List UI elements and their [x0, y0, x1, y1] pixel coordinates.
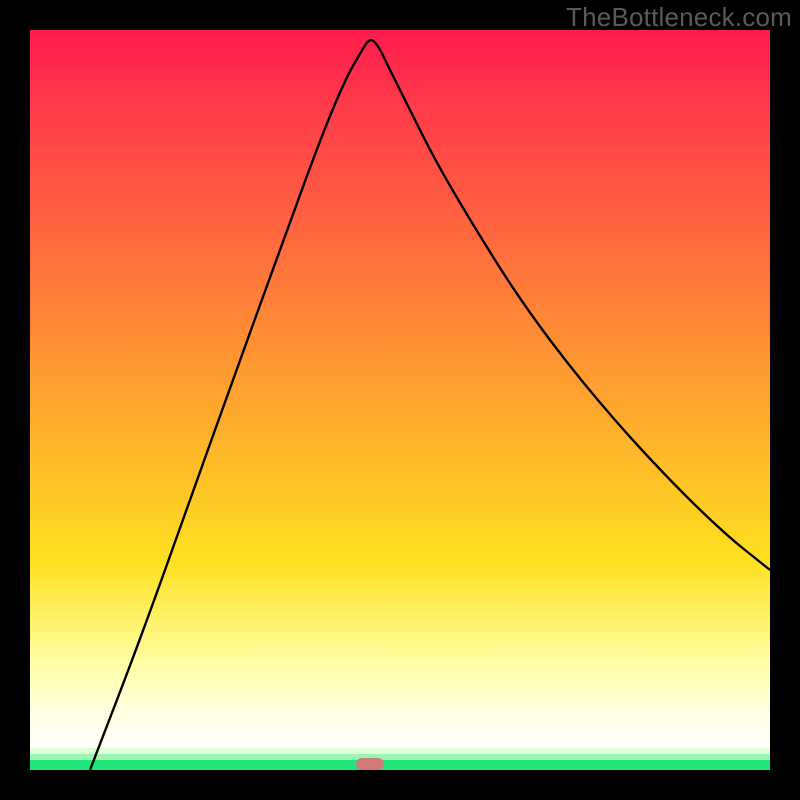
- watermark-text: TheBottleneck.com: [566, 2, 792, 33]
- bottleneck-marker: [356, 758, 384, 770]
- bottleneck-curve: [30, 30, 770, 770]
- plot-frame: [30, 30, 770, 770]
